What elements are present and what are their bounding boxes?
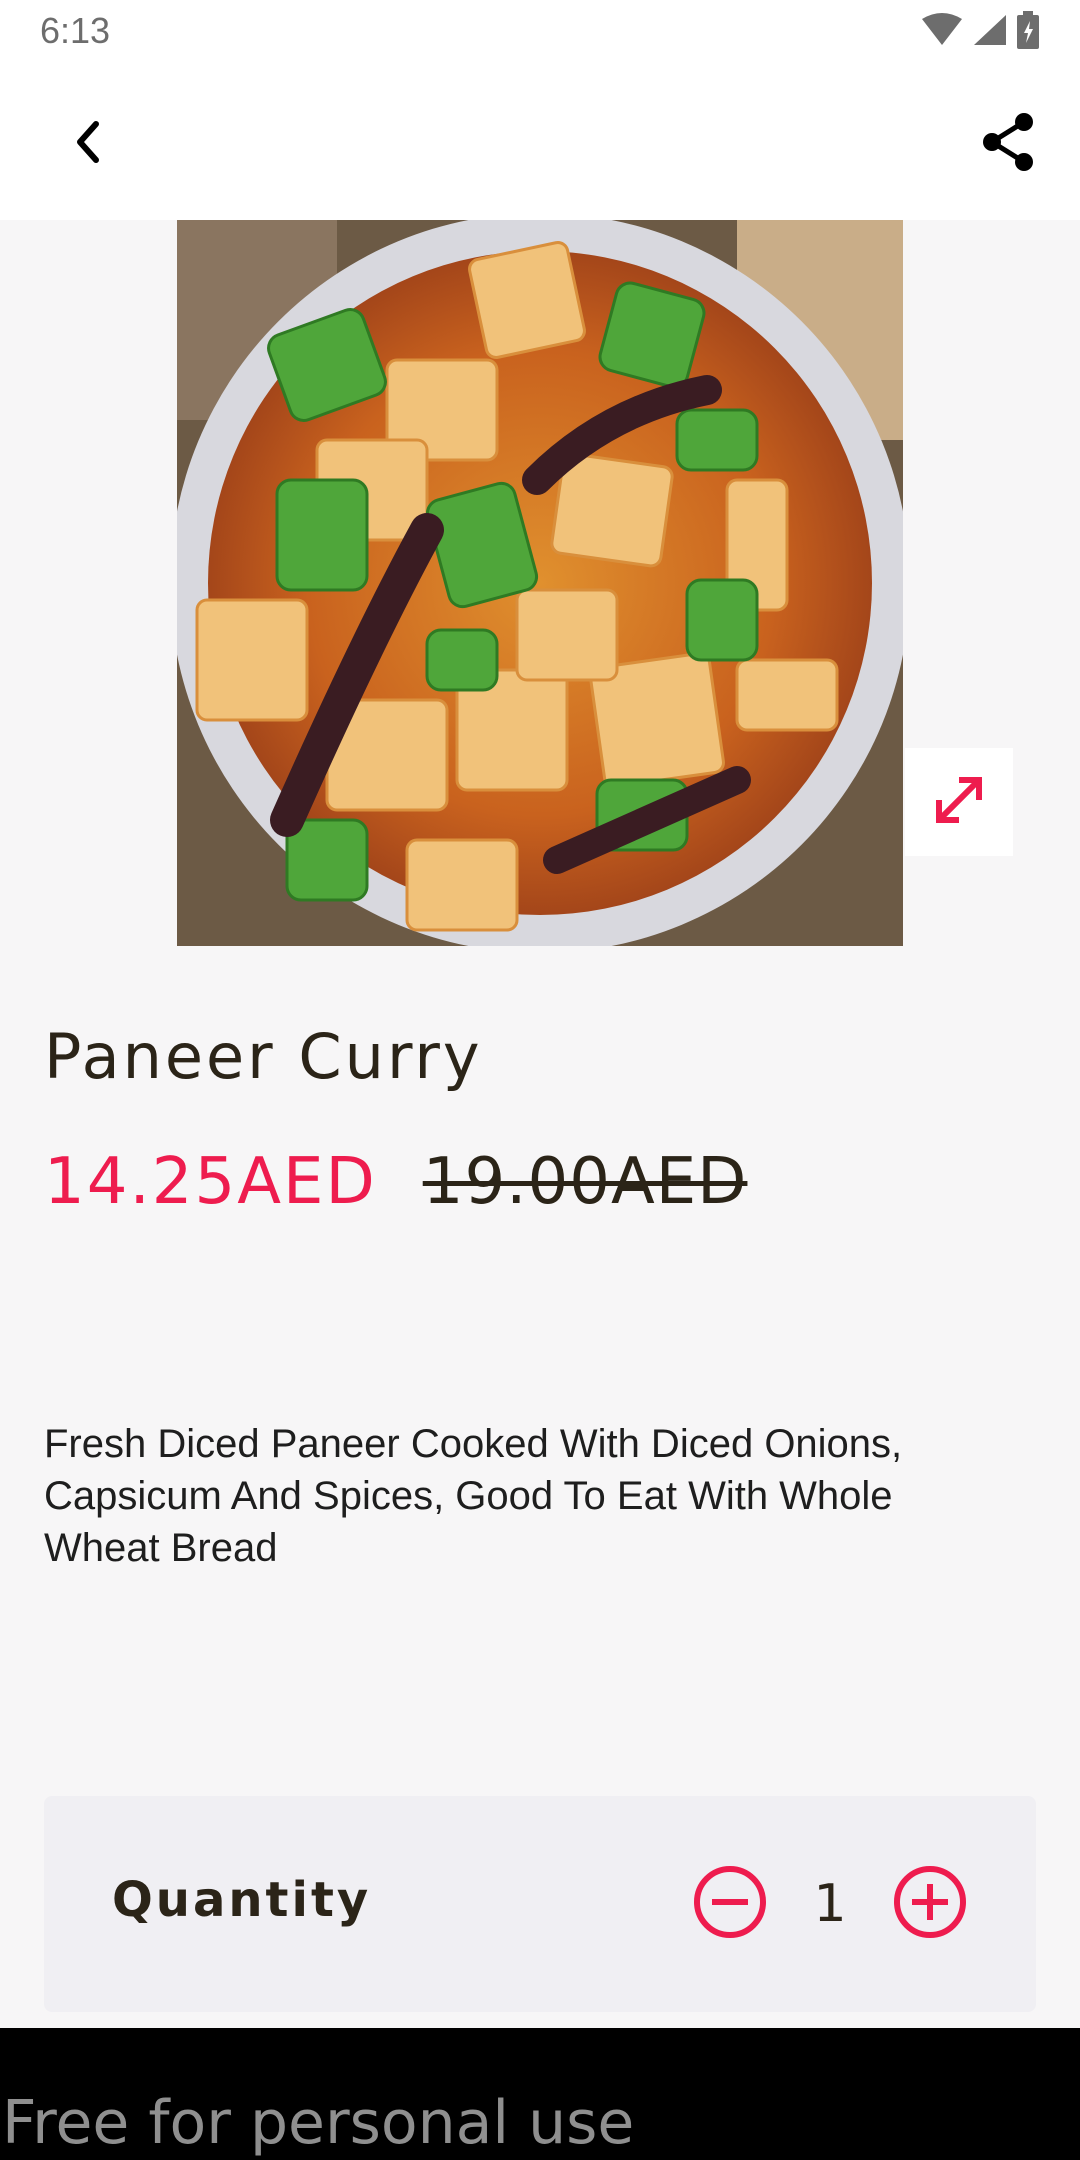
paneer-curry-photo [177, 220, 903, 946]
battery-icon [1016, 10, 1040, 54]
price-row: 14.25AED 19.00AED [44, 1145, 747, 1219]
price-current: 14.25AED [44, 1145, 377, 1219]
quantity-value: 1 [813, 1874, 847, 1934]
wifi-icon [920, 12, 964, 52]
back-button[interactable] [48, 104, 128, 184]
share-button[interactable] [968, 104, 1048, 184]
product-description: Fresh Diced Paneer Cooked With Diced Oni… [44, 1422, 903, 1570]
price-original: 19.00AED [422, 1145, 748, 1219]
status-bar: 6:13 [0, 0, 1080, 68]
share-icon [980, 112, 1036, 177]
watermark-text: Free for personal use [2, 2088, 635, 2158]
status-time: 6:13 [40, 10, 111, 51]
minus-circle-icon [692, 1864, 768, 1945]
increase-quantity-button[interactable] [892, 1864, 968, 1945]
quantity-label: Quantity [112, 1872, 372, 1928]
quantity-card: Quantity 1 [44, 1796, 1036, 2012]
product-image[interactable] [177, 220, 903, 946]
product-name: Paneer Curry [44, 1020, 483, 1093]
expand-diagonal-icon [931, 772, 987, 833]
status-icons [920, 10, 1040, 54]
decrease-quantity-button[interactable] [692, 1864, 768, 1945]
plus-circle-icon [892, 1864, 968, 1945]
chevron-left-icon [68, 118, 108, 171]
signal-icon [972, 13, 1008, 52]
expand-image-button[interactable] [905, 748, 1013, 856]
top-toolbar [0, 68, 1080, 220]
footer-bar: Free for personal use [0, 2028, 1080, 2160]
